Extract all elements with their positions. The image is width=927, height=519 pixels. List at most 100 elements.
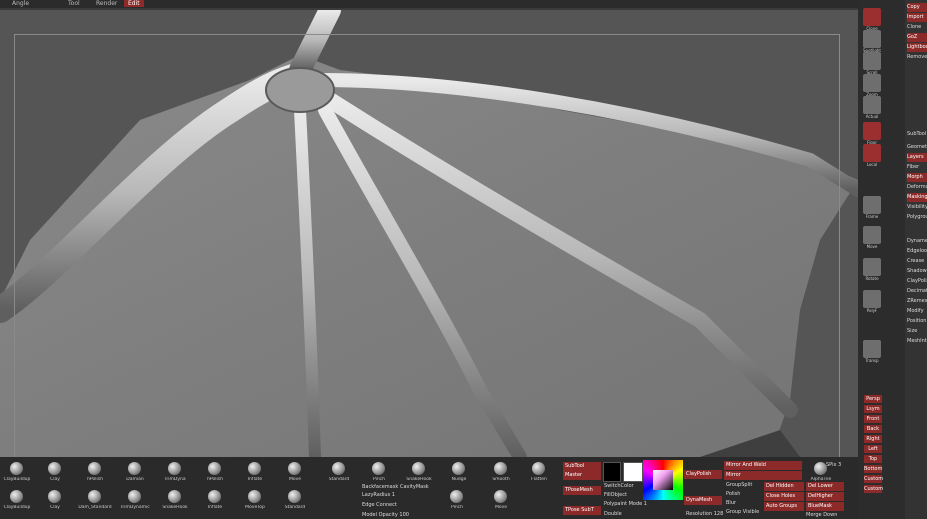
frame-icon[interactable]: Frame (863, 196, 881, 219)
subtool-masking[interactable]: Masking (907, 193, 927, 202)
view-persp-button[interactable]: Persp (864, 395, 882, 403)
close-holes-button[interactable]: Close Holes (764, 492, 804, 501)
del-lower-button[interactable]: Del Lower (806, 482, 844, 491)
menu-angle[interactable]: Angle (12, 0, 29, 7)
menu-edit[interactable]: Edit (124, 0, 144, 7)
subtool-visibility[interactable]: Visibility (907, 203, 927, 212)
brush-slot[interactable]: Clay (38, 460, 72, 486)
subtool-crease[interactable]: Crease (907, 257, 927, 266)
subtool-fiber[interactable]: Fiber (907, 163, 927, 172)
main-color-swatch[interactable] (623, 462, 643, 482)
brush-slot[interactable]: Dam_Standard (78, 488, 112, 514)
brush-slot[interactable]: Standard (278, 488, 312, 514)
del-hidden-button[interactable]: Del Hidden (764, 482, 804, 491)
merge-down-button[interactable]: Merge Down (806, 512, 837, 518)
transp-icon[interactable]: Transp (863, 340, 881, 363)
actual-icon[interactable]: Actual (863, 96, 881, 119)
subtool-geometry[interactable]: Geometry (907, 143, 927, 152)
subtool-copy[interactable]: Copy (907, 3, 927, 12)
brush-slot[interactable]: Smooth (484, 460, 518, 486)
menu-tool[interactable]: Tool (68, 0, 80, 7)
subtool-shadow[interactable]: Shadow (907, 267, 927, 276)
subtool-import[interactable]: Import (907, 13, 927, 22)
subtool-remove[interactable]: Remove (907, 53, 927, 62)
brush-slot[interactable]: Inflate (198, 488, 232, 514)
subtool-polygroups[interactable]: Polygroups (907, 213, 927, 222)
brush-slot[interactable]: Flatten (522, 460, 556, 486)
blur-slider[interactable]: Blur (726, 500, 736, 506)
tpose-subt-button[interactable]: TPose SubT (563, 506, 601, 515)
del-higher-button[interactable]: DelHigher (806, 492, 844, 501)
brush-slot[interactable]: TrimDynamic (118, 488, 152, 514)
scroll-icon[interactable]: Scroll (863, 52, 881, 75)
auto-groups-button[interactable]: Auto Groups (764, 502, 804, 511)
view-custom-button-2[interactable]: Custom (864, 485, 883, 493)
subtool-clone[interactable]: Clone (907, 23, 927, 32)
view-back-button[interactable]: Back (864, 425, 882, 433)
brush-slot[interactable]: Move (484, 488, 518, 514)
floor-icon[interactable]: Floor (863, 122, 881, 145)
color-picker-field[interactable] (653, 470, 673, 490)
view-left-button[interactable]: Left (864, 445, 882, 453)
group-visible-button[interactable]: Group Visible (726, 509, 759, 515)
dynamesh-button[interactable]: DynaMesh (684, 496, 722, 505)
brush-slot[interactable]: ClayBuildup (0, 488, 34, 514)
view-lsym-button[interactable]: Lsym (864, 405, 882, 413)
clone-icon[interactable]: Clone (863, 8, 881, 31)
subtool-dynamesh[interactable]: Dynamesh (907, 237, 927, 246)
double-toggle[interactable]: Double (604, 511, 622, 517)
subtool-position[interactable]: Position (907, 317, 927, 326)
subtool-goz[interactable]: GoZ (907, 33, 927, 42)
view-right-button[interactable]: Right (864, 435, 882, 443)
brush-slot[interactable]: Pinch (440, 488, 474, 514)
fill-object-button[interactable]: FillObject (604, 492, 627, 498)
edge-connect-toggle[interactable]: Edge Connect (362, 502, 397, 508)
subtool-modify[interactable]: Modify (907, 307, 927, 316)
polypaint-mode-toggle[interactable]: Polypaint Mode 1 (604, 501, 647, 507)
polyf-icon[interactable]: PolyF (863, 290, 881, 313)
brush-slot[interactable]: ClayBuildup (0, 460, 34, 486)
subtool-morph[interactable]: Morph (907, 173, 927, 182)
local-icon[interactable]: Local (863, 144, 881, 167)
zoom-icon[interactable]: Zoom (863, 74, 881, 97)
brush-slot[interactable]: hPolish (78, 460, 112, 486)
brush-slot[interactable]: Move (278, 460, 312, 486)
brush-slot[interactable]: hPolish (198, 460, 232, 486)
canvas-viewport[interactable] (0, 10, 858, 457)
lazy-radius-slider[interactable]: LazyRadius 1 (362, 492, 395, 498)
brush-slot[interactable]: Pinch (362, 460, 396, 486)
mirror-button[interactable]: Mirror (724, 471, 802, 480)
subtool-meshint[interactable]: MeshInt (907, 337, 927, 346)
subtool-header[interactable]: SubTool (907, 130, 927, 139)
subtool-zremesher[interactable]: ZRemesher (907, 297, 927, 306)
rotate-icon[interactable]: Rotate (863, 258, 881, 281)
brush-slot[interactable]: Damian (118, 460, 152, 486)
blue-mask-button[interactable]: BlueMask (806, 502, 844, 511)
clay-polish-button[interactable]: ClayPolish (684, 470, 722, 479)
subtool-decimate[interactable]: Decimate (907, 287, 927, 296)
polish-button[interactable]: Polish (726, 491, 740, 497)
menu-render[interactable]: Render (96, 0, 117, 7)
view-top-button[interactable]: Top (864, 455, 882, 463)
subtool-deformation[interactable]: Deformation (907, 183, 927, 192)
secondary-color-swatch[interactable] (603, 462, 621, 482)
subtool-lightbox[interactable]: Lightbox (907, 43, 927, 52)
cavity-mask-toggle[interactable]: CavityMask (400, 484, 429, 490)
mirror-and-weld-button[interactable]: Mirror And Weld (724, 461, 802, 470)
brush-slot[interactable]: Clay (38, 488, 72, 514)
move-icon[interactable]: Move (863, 226, 881, 249)
brush-slot[interactable]: Standard (322, 460, 356, 486)
spix-slider[interactable]: SPix 3 (826, 462, 841, 468)
brush-slot[interactable]: TrimDyna (158, 460, 192, 486)
color-picker[interactable] (643, 460, 683, 500)
backface-mask-toggle[interactable]: Backfacemask (362, 484, 398, 490)
brush-slot[interactable]: Inflate (238, 460, 272, 486)
subtool-claypolish[interactable]: ClayPolish (907, 277, 927, 286)
brush-slot[interactable]: SnakeHook (402, 460, 436, 486)
brush-slot[interactable]: MoveTop (238, 488, 272, 514)
subtool-master-button[interactable]: SubTool Master (563, 462, 601, 480)
resolution-slider[interactable]: Resolution 128 (686, 511, 723, 517)
view-front-button[interactable]: Front (864, 415, 882, 423)
model-opacity-slider[interactable]: Model Opacity 100 (362, 512, 409, 518)
group-split-button[interactable]: GroupSplit (726, 482, 752, 488)
